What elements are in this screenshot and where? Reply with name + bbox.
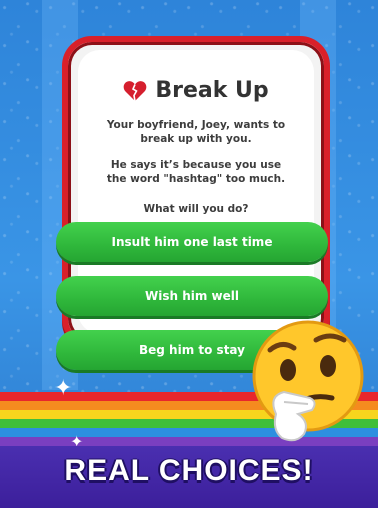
choice-insult-button[interactable]: Insult him one last time	[56, 222, 328, 262]
game-screen: Break Up Your boyfriend, Joey, wants to …	[0, 0, 378, 508]
tagline-text: REAL CHOICES!	[64, 454, 314, 487]
event-question: What will you do?	[143, 203, 249, 215]
sparkle-icon: ✦	[54, 376, 73, 401]
event-card-header: Break Up	[78, 78, 314, 103]
event-message-2: He says it’s because you use the word "h…	[106, 159, 286, 185]
thinking-face-emoji-icon	[252, 320, 364, 442]
event-title: Break Up	[155, 78, 269, 103]
event-message-1: Your boyfriend, Joey, wants to break up …	[106, 119, 286, 145]
choice-wish-well-button[interactable]: Wish him well	[56, 276, 328, 316]
broken-heart-icon	[124, 80, 147, 101]
